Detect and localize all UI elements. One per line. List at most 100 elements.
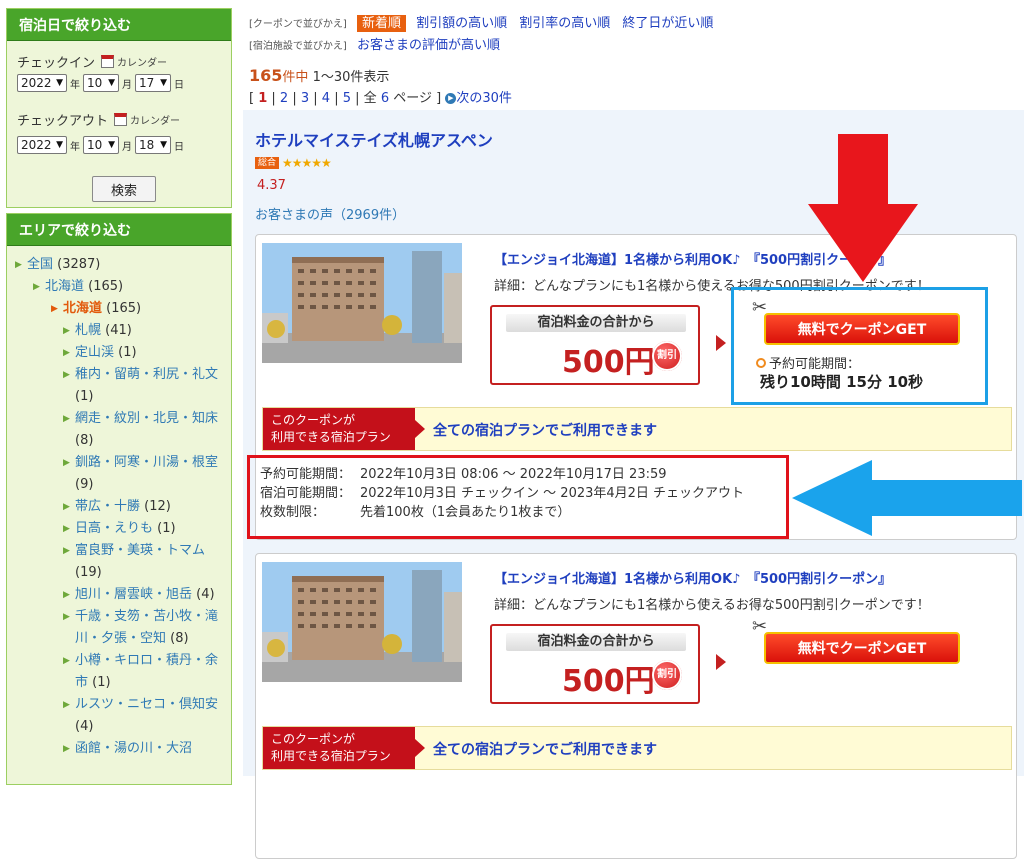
eligible-plans-tag: このクーポンが 利用できる宿泊プラン [263,408,425,450]
triangle-right-icon: ▶ [63,370,70,380]
checkout-label: チェックアウト [17,114,109,129]
coupon-sort-label: [クーポンで並びかえ] [249,19,347,30]
triangle-right-icon: ▶ [51,304,58,314]
checkout-year-select[interactable]: 2022 ▼ [17,136,67,154]
area-link[interactable]: 富良野・美瑛・トマム [75,543,205,558]
reviews-link[interactable]: お客さまの声（2969件） [255,204,405,223]
area-link[interactable]: 網走・紋別・北見・知床 [75,411,218,426]
triangle-right-icon: ▶ [63,744,70,754]
area-tree-item[interactable]: ▶ 全国 (3287) [15,254,227,276]
result-total-unit: 件中 [282,70,309,85]
search-button[interactable]: 検索 [92,176,156,202]
area-tree-item[interactable]: ▶ 旭川・層雲峡・旭岳 (4) [15,584,227,606]
coupon-sort-row: [クーポンで並びかえ] 新着順 割引額の高い順 割引率の高い順 終了日が近い順 [249,12,721,32]
page-total-suffix: ページ [393,91,432,106]
get-coupon-button[interactable]: ✂ 無料でクーポンGET [752,616,964,668]
area-count: (3287) [57,257,101,272]
rating-row: 総合 ★★★★★ [255,156,332,170]
star-rating-icon: ★★★★★ [282,156,332,170]
checkin-label-row: チェックイン カレンダー [17,52,167,71]
result-total: 165 [249,66,283,85]
checkin-year-select[interactable]: 2022 ▼ [17,74,67,92]
area-tree-item[interactable]: ▶ 函館・湯の川・大沼 [15,738,227,760]
area-link[interactable]: 全国 [27,257,53,272]
area-tree-item[interactable]: ▶ 小樽・キロロ・積丹・余市 (1) [15,650,227,694]
chevron-down-icon: ▼ [108,78,115,88]
page-total-prefix: 全 [363,91,377,106]
facility-sort-row: [宿泊施設で並びかえ] お客さまの評価が高い順 [249,34,508,53]
page-link-6[interactable]: 6 [381,91,389,106]
area-tree-item[interactable]: ▶ 北海道 (165) [15,276,227,298]
checkout-day-select[interactable]: 18 ▼ [135,136,171,154]
hotel-name-link[interactable]: ホテルマイステイズ札幌アスペン [255,127,493,151]
area-link[interactable]: 北海道 [63,301,102,316]
triangle-right-icon: ▶ [63,612,70,622]
area-tree-item[interactable]: ▶ 札幌 (41) [15,320,227,342]
area-tree-item[interactable]: ▶ 網走・紋別・北見・知床 (8) [15,408,227,452]
pagination: [ 1 | 2 | 3 | 4 | 5 | 全 6 ページ ] ▶ 次の30件 [249,91,512,106]
sort-ending-soon-link[interactable]: 終了日が近い順 [622,16,713,31]
area-count: (19) [75,565,102,580]
area-tree-item[interactable]: ▶ 定山渓 (1) [15,342,227,364]
calendar-link[interactable]: カレンダー [130,112,180,127]
page-link-4[interactable]: 4 [322,91,330,106]
page-link-5[interactable]: 5 [343,91,351,106]
checkin-day-select[interactable]: 17 ▼ [135,74,171,92]
area-link[interactable]: 函館・湯の川・大沼 [75,741,192,756]
next-page-link[interactable]: 次の30件 [456,91,512,106]
checkout-month-select[interactable]: 10 ▼ [83,136,119,154]
area-link[interactable]: 旭川・層雲峡・旭岳 [75,587,192,602]
calendar-icon[interactable] [114,113,128,126]
area-tree-item[interactable]: ▶ 北海道 (165) [15,298,227,320]
eligible-plans-link[interactable]: 全ての宿泊プランでご利用できます [433,420,657,440]
checkin-month-select[interactable]: 10 ▼ [83,74,119,92]
year-unit: 年 [70,79,80,91]
hotel-photo [262,562,462,682]
triangle-right-icon: ▶ [63,590,70,600]
area-tree-item[interactable]: ▶ 日高・えりも (1) [15,518,227,540]
triangle-right-icon: ▶ [63,348,70,358]
page-link-3[interactable]: 3 [301,91,309,106]
area-filter-heading: エリアで絞り込む [7,214,231,246]
area-tree-item[interactable]: ▶ 千歳・支笏・苫小牧・滝川・夕張・空知 (8) [15,606,227,650]
date-filter-panel: 宿泊日で絞り込む チェックイン カレンダー 2022 ▼ 年 10 ▼ 月 17 ▼ … [6,8,232,208]
page-link-2[interactable]: 2 [280,91,288,106]
sort-rating-link[interactable]: お客さまの評価が高い順 [357,38,500,53]
area-link[interactable]: ルスツ・ニセコ・倶知安 [75,697,218,712]
eligible-plans-row: このクーポンが 利用できる宿泊プラン 全ての宿泊プランでご利用できます [262,407,1012,451]
coupon-title[interactable]: 【エンジョイ北海道】1名様から利用OK♪ 『500円割引クーポン』 [494,568,891,587]
sort-discount-rate-link[interactable]: 割引率の高い順 [519,16,610,31]
area-link[interactable]: 帯広・十勝 [75,499,140,514]
area-count: (1) [75,389,94,404]
red-down-arrow-annotation [808,134,918,282]
sort-discount-amount-link[interactable]: 割引額の高い順 [416,16,507,31]
next-arrow-icon[interactable]: ▶ [445,93,457,104]
get-coupon-label[interactable]: 無料でクーポンGET [764,632,960,664]
area-tree-item[interactable]: ▶ 帯広・十勝 (12) [15,496,227,518]
area-tree-item[interactable]: ▶ 富良野・美瑛・トマム (19) [15,540,227,584]
discount-amount: 500円 [562,664,655,699]
triangle-right-icon: ▶ [63,502,70,512]
area-link[interactable]: 釧路・阿寒・川湯・根室 [75,455,218,470]
area-count: (41) [105,323,132,338]
area-link[interactable]: 定山渓 [75,345,114,360]
area-link[interactable]: 札幌 [75,323,101,338]
checkout-label-row: チェックアウト カレンダー [17,110,180,129]
area-link[interactable]: 日高・えりも [75,521,153,536]
area-tree-item[interactable]: ▶ 稚内・留萌・利尻・礼文 (1) [15,364,227,408]
chevron-down-icon: ▼ [108,140,115,150]
area-link[interactable]: 千歳・支笏・苫小牧・滝川・夕張・空知 [75,609,218,646]
area-filter-panel: エリアで絞り込む ▶ 全国 (3287) ▶ 北海道 (165) ▶ 北海道 (165) ▶… [6,213,232,785]
area-count: (8) [170,631,189,646]
eligible-plans-row: このクーポンが 利用できる宿泊プラン 全ての宿泊プランでご利用できます [262,726,1012,770]
calendar-link[interactable]: カレンダー [117,54,167,69]
area-count: (165) [106,301,142,316]
area-link[interactable]: 北海道 [45,279,84,294]
calendar-icon[interactable] [101,55,115,68]
area-link[interactable]: 稚内・留萌・利尻・礼文 [75,367,218,382]
area-tree-item[interactable]: ▶ ルスツ・ニセコ・倶知安 (4) [15,694,227,738]
area-tree-item[interactable]: ▶ 釧路・阿寒・川湯・根室 (9) [15,452,227,496]
eligible-plans-link[interactable]: 全ての宿泊プランでご利用できます [433,739,657,759]
facility-sort-label: [宿泊施設で並びかえ] [249,41,347,52]
sort-newest-active[interactable]: 新着順 [356,15,406,32]
